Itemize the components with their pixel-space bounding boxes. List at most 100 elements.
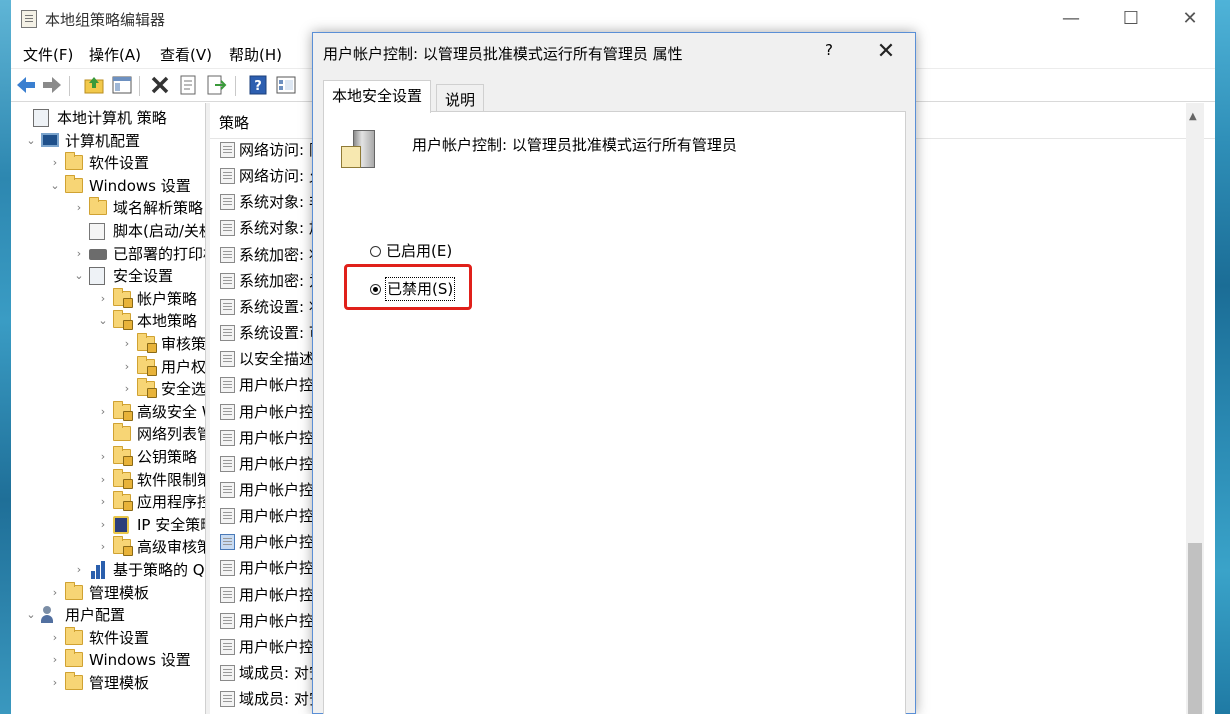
tab-local-security-setting[interactable]: 本地安全设置: [323, 80, 432, 113]
tree-item-label: 高级审核策略配置: [137, 538, 205, 557]
tree-item-label: 基于策略的 QoS: [113, 561, 205, 579]
policy-item-icon: [220, 377, 235, 394]
scroll-thumb[interactable]: [1188, 543, 1202, 714]
folder-icon: [65, 672, 83, 690]
tab-explain[interactable]: 说明: [436, 84, 485, 112]
policy-row-label: 用户帐户控: [239, 402, 315, 421]
properties-icon[interactable]: [177, 74, 199, 96]
enabled-radio-label[interactable]: 已启用(E): [386, 240, 452, 262]
back-icon[interactable]: [15, 74, 37, 96]
chevron-right-icon[interactable]: ›: [97, 514, 109, 536]
list-vertical-scrollbar[interactable]: ▲: [1186, 103, 1204, 714]
desktop-background-right: [1215, 0, 1230, 714]
chart-icon: [89, 561, 107, 579]
help-icon[interactable]: ?: [247, 74, 269, 96]
close-button[interactable]: ✕: [1170, 6, 1210, 32]
export-icon[interactable]: [205, 74, 227, 96]
folder-icon: [65, 581, 83, 600]
chevron-right-icon[interactable]: ›: [97, 491, 109, 513]
chevron-right-icon[interactable]: ›: [73, 197, 85, 219]
toolbar-separator: [69, 76, 70, 96]
tree-item-label: Windows 设置: [89, 651, 191, 670]
policy-item-icon: [220, 691, 235, 708]
chevron-right-icon[interactable]: ›: [73, 559, 85, 581]
policy-item-icon: [220, 612, 235, 629]
folder-icon: [65, 152, 83, 171]
chevron-right-icon[interactable]: ›: [49, 152, 61, 174]
tree-item-label: 计算机配置: [65, 131, 141, 150]
policy-row-label: 用户帐户控: [239, 637, 315, 656]
locked-folder-icon: [113, 287, 133, 308]
policy-column-header[interactable]: 策略: [219, 112, 249, 133]
policy-item-icon: [220, 455, 235, 472]
delete-icon[interactable]: [149, 74, 171, 96]
policy-item-icon: [220, 272, 235, 289]
policy-doc-icon: [33, 109, 49, 127]
chevron-right-icon[interactable]: ›: [97, 536, 109, 558]
chevron-right-icon[interactable]: ›: [121, 356, 133, 378]
policy-row-label: 用户帐户控: [239, 376, 315, 395]
policy-server-icon: [341, 130, 379, 172]
view-icon[interactable]: [275, 74, 297, 96]
chevron-right-icon[interactable]: ›: [121, 333, 133, 355]
tree-item-label: 安全设置: [113, 267, 174, 286]
policy-row-label: 用户帐户控: [239, 611, 315, 630]
chevron-right-icon[interactable]: ›: [73, 243, 85, 265]
policy-item-icon: [220, 351, 235, 368]
scroll-up-icon[interactable]: ▲: [1189, 111, 1197, 122]
dialog-title: 用户帐户控制: 以管理员批准模式运行所有管理员 属性: [323, 45, 683, 63]
chevron-down-icon[interactable]: ⌄: [25, 604, 37, 626]
enabled-radio[interactable]: [370, 246, 381, 257]
computer-icon: [41, 132, 59, 147]
menu-file[interactable]: 文件(F): [23, 44, 73, 65]
policy-row-label: 用户帐户控: [239, 507, 315, 526]
tree-item-label: 本地计算机 策略: [57, 109, 167, 127]
chevron-right-icon[interactable]: ›: [49, 582, 61, 604]
policy-item-icon: [220, 168, 235, 185]
console-tree: 本地计算机 策略 ⌄ 计算机配置 › 软件设置 ⌄ Windows 设置 › 域名解析策略 脚本(…: [11, 103, 206, 714]
chevron-down-icon[interactable]: ⌄: [49, 175, 61, 197]
locked-folder-icon: [137, 378, 157, 399]
chevron-right-icon[interactable]: ›: [97, 446, 109, 468]
ip-security-icon: [113, 515, 129, 534]
chevron-right-icon[interactable]: ›: [121, 378, 133, 400]
menu-action[interactable]: 操作(A): [89, 44, 141, 65]
maximize-button[interactable]: ☐: [1111, 6, 1151, 32]
menu-view[interactable]: 查看(V): [160, 44, 212, 65]
locked-folder-icon: [113, 468, 133, 489]
policy-item-icon: [220, 534, 235, 551]
policy-item-icon: [220, 481, 235, 498]
show-hide-tree-icon[interactable]: [111, 74, 133, 96]
policy-item-icon: [220, 560, 235, 577]
dialog-help-button[interactable]: ?: [817, 41, 841, 63]
chevron-right-icon[interactable]: ›: [97, 401, 109, 423]
chevron-right-icon[interactable]: ›: [49, 627, 61, 649]
chevron-right-icon[interactable]: ›: [49, 649, 61, 671]
properties-dialog: 用户帐户控制: 以管理员批准模式运行所有管理员 属性 ? ✕ 本地安全设置 说明…: [312, 32, 916, 714]
locked-folder-icon: [113, 491, 133, 512]
tree-item-label: 网络列表管理器策略: [137, 425, 205, 444]
menu-help[interactable]: 帮助(H): [229, 44, 282, 65]
chevron-right-icon[interactable]: ›: [49, 672, 61, 694]
chevron-right-icon[interactable]: ›: [97, 469, 109, 491]
forward-icon[interactable]: [41, 74, 63, 96]
policy-item-icon: [220, 403, 235, 420]
desktop-background-left: [0, 0, 11, 714]
minimize-button[interactable]: —: [1051, 6, 1091, 32]
policy-row-label: 以安全描述: [239, 350, 315, 369]
tree-item-label: 用户配置: [65, 606, 126, 625]
tree-item-label: 本地策略: [137, 312, 198, 331]
tree-item-label: 脚本(启动/关机): [113, 222, 205, 240]
chevron-down-icon[interactable]: ⌄: [97, 310, 109, 332]
dialog-close-button[interactable]: ✕: [871, 39, 901, 65]
chevron-down-icon[interactable]: ⌄: [25, 130, 37, 152]
locked-folder-icon: [137, 355, 157, 376]
chevron-right-icon[interactable]: ›: [97, 288, 109, 310]
tree-item-label: 用户权限分配: [161, 357, 206, 376]
chevron-down-icon[interactable]: ⌄: [73, 265, 85, 287]
up-folder-icon[interactable]: [83, 74, 105, 96]
tree-item-label: Windows 设置: [89, 176, 191, 195]
